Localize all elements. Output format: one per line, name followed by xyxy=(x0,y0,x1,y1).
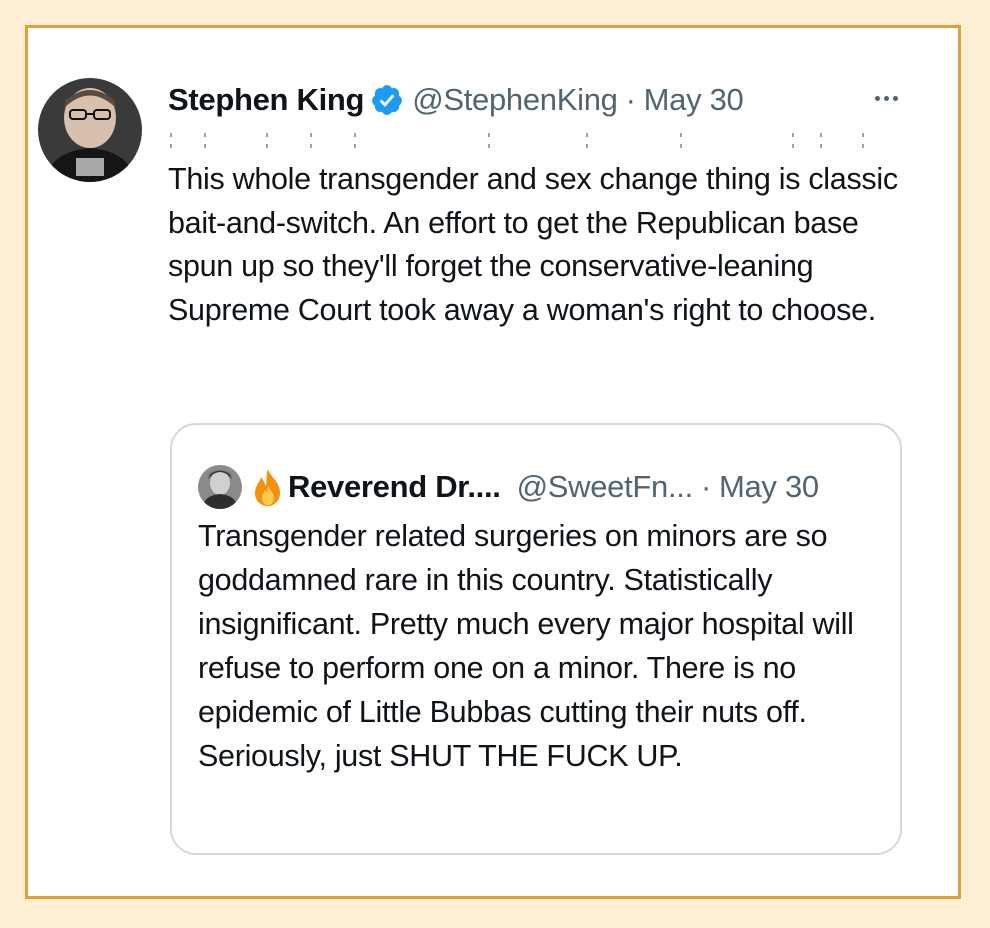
tweet-header: Stephen King @StephenKing · May 30 xyxy=(168,80,744,120)
quoted-tweet-header: Reverend Dr.... @SweetFn... · May 30 xyxy=(198,465,819,509)
quoted-tweet-date[interactable]: May 30 xyxy=(719,469,819,505)
more-options-icon[interactable] xyxy=(875,88,898,108)
author-avatar[interactable] xyxy=(38,78,142,182)
tweet-card: Stephen King @StephenKing · May 30 This … xyxy=(25,25,961,899)
quoted-separator-dot: · xyxy=(700,469,711,504)
tweet-date[interactable]: May 30 xyxy=(644,82,744,118)
quoted-author-handle[interactable]: @SweetFn... xyxy=(517,469,694,505)
separator-dot: · xyxy=(625,82,636,117)
tweet-text: This whole transgender and sex change th… xyxy=(168,162,898,327)
quoted-tweet[interactable]: Reverend Dr.... @SweetFn... · May 30 Tra… xyxy=(170,423,902,855)
verified-badge-icon xyxy=(370,83,404,117)
dotted-divider xyxy=(170,133,864,148)
fire-icon xyxy=(250,467,286,507)
quoted-author-name[interactable]: Reverend Dr.... xyxy=(288,469,501,505)
quoted-tweet-text: Transgender related surgeries on minors … xyxy=(198,519,854,773)
quoted-author-avatar xyxy=(198,465,242,509)
author-handle[interactable]: @StephenKing xyxy=(412,82,618,118)
author-name[interactable]: Stephen King xyxy=(168,82,364,118)
